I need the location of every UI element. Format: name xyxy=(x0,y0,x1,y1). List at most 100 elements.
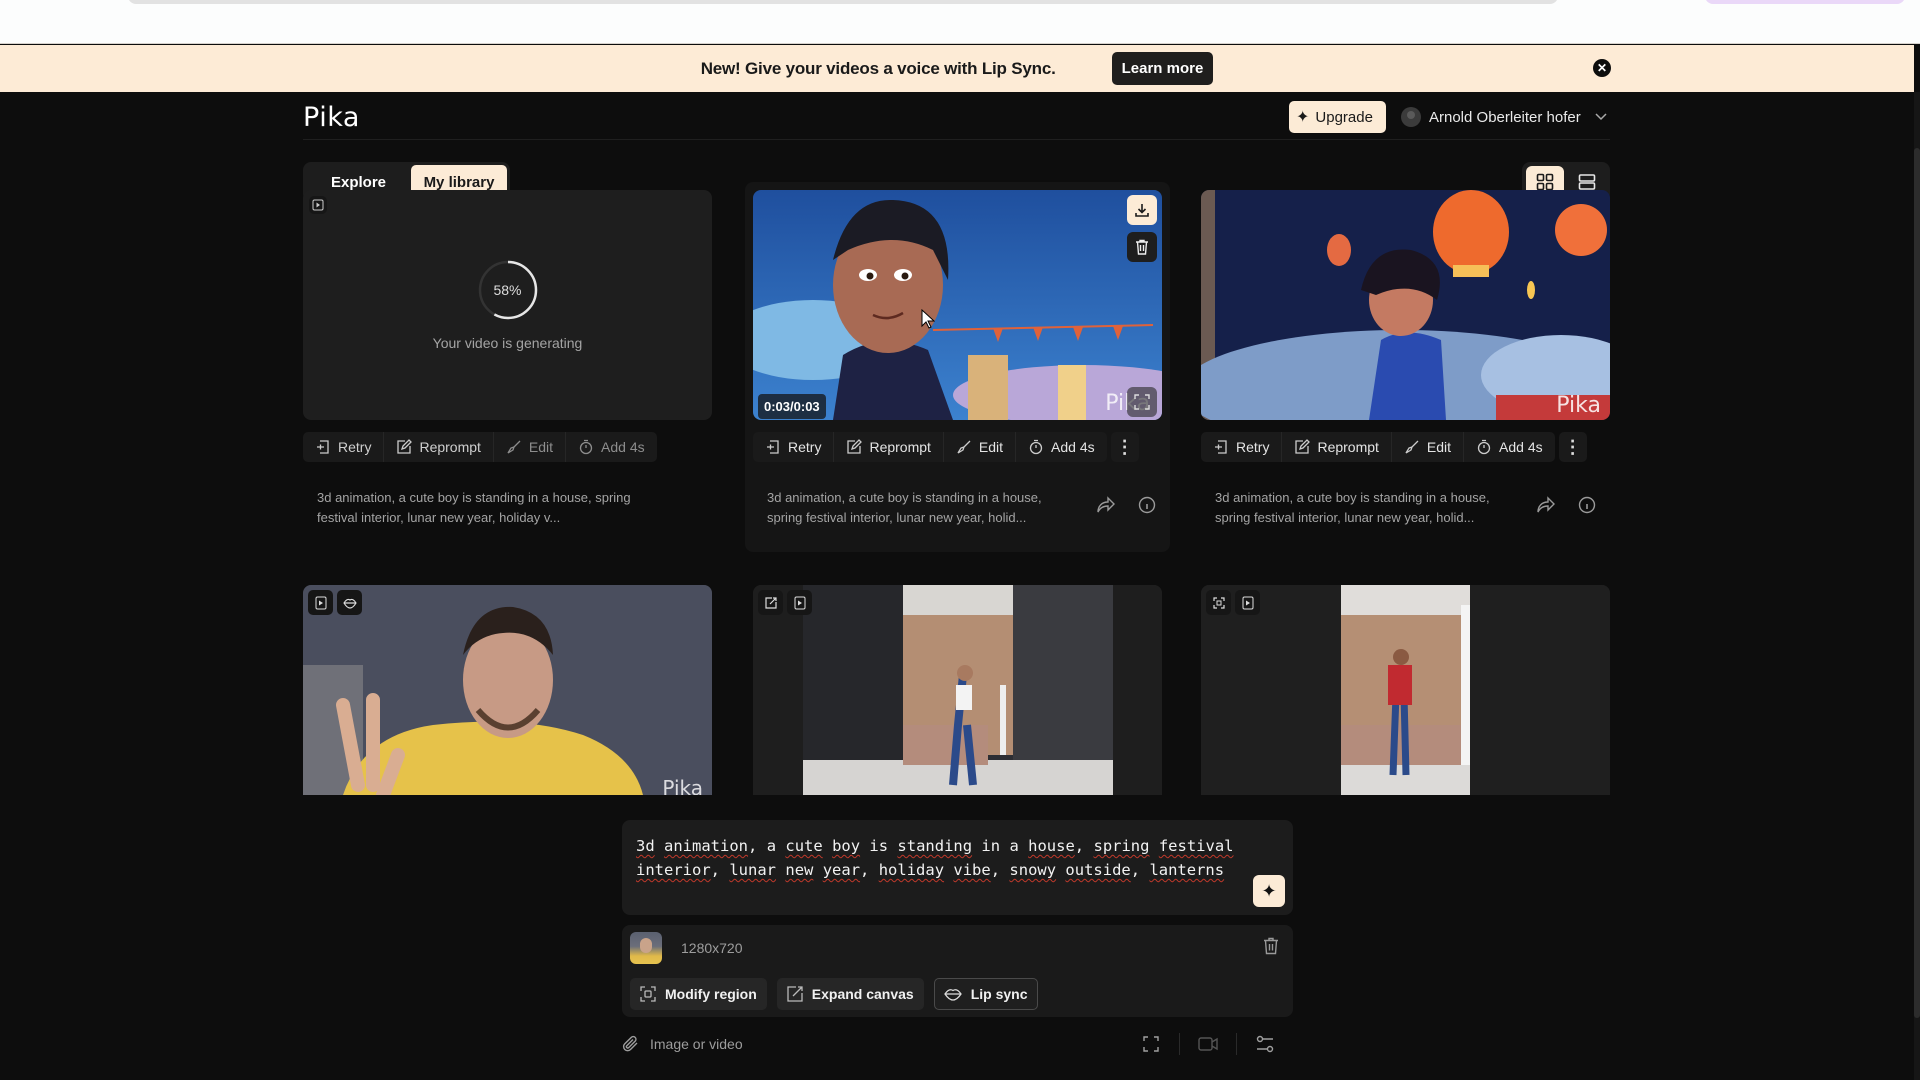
sliders-icon xyxy=(1256,1035,1274,1053)
region-icon xyxy=(1206,590,1231,615)
user-menu[interactable]: Arnold Oberleiter hofer xyxy=(1401,101,1607,133)
edit-button[interactable]: Edit xyxy=(494,432,567,462)
brush-icon xyxy=(506,439,522,455)
progress-percent: 58% xyxy=(493,282,522,298)
timer-icon xyxy=(1476,439,1492,455)
video-icon xyxy=(1235,590,1260,615)
video-thumbnail[interactable] xyxy=(753,585,1162,795)
brush-icon xyxy=(956,439,972,455)
reprompt-button[interactable]: Reprompt xyxy=(834,432,944,462)
prompt-word: vibe xyxy=(953,861,991,879)
retry-icon xyxy=(765,439,781,455)
upgrade-button[interactable]: ✦ Upgrade xyxy=(1289,101,1386,133)
attach-image-or-video-button[interactable]: Image or video xyxy=(622,1035,743,1053)
video-card: 0:03/0:03 Pika Retry Reprompt Edit Add 4… xyxy=(745,182,1170,552)
close-icon[interactable]: ✕ xyxy=(1593,59,1611,77)
retry-button[interactable]: Retry xyxy=(1201,432,1283,462)
timer-icon xyxy=(578,439,594,455)
prompt-word: animation xyxy=(664,837,749,855)
prompt-word: standing xyxy=(897,837,973,855)
expand-icon xyxy=(787,986,803,1002)
prompt-input[interactable]: 3d animation, a cute boy is standing in … xyxy=(622,820,1293,915)
expand-canvas-button[interactable]: Expand canvas xyxy=(776,978,924,1010)
retry-button[interactable]: Retry xyxy=(753,432,835,462)
generate-button[interactable]: ✦ xyxy=(1253,875,1285,907)
lips-icon xyxy=(943,989,962,1001)
share-icon[interactable] xyxy=(1536,496,1556,514)
browser-extension-button[interactable] xyxy=(1705,0,1905,4)
more-options-button[interactable]: ⋮ xyxy=(1110,432,1139,462)
edit-button[interactable]: Edit xyxy=(1392,432,1465,462)
download-icon xyxy=(1135,204,1149,217)
video-generating-placeholder: 58% Your video is generating xyxy=(303,190,712,420)
pika-logo[interactable]: Pika xyxy=(303,102,360,133)
video-card xyxy=(753,585,1162,795)
pika-watermark: Pika xyxy=(1556,393,1601,418)
prompt-word: is xyxy=(869,837,889,855)
info-icon[interactable] xyxy=(1578,496,1596,514)
page-scrollbar[interactable] xyxy=(1914,92,1920,1080)
prompt-word: lanterns xyxy=(1149,861,1225,879)
scrollbar-thumb[interactable] xyxy=(1914,148,1920,1018)
remove-attachment-button[interactable] xyxy=(1263,937,1279,955)
prompt-word: in xyxy=(981,837,1001,855)
modify-region-button[interactable]: Modify region xyxy=(630,978,767,1010)
browser-address-bar[interactable] xyxy=(128,0,1558,4)
edit-button[interactable]: Edit xyxy=(944,432,1017,462)
lip-sync-button[interactable]: Lip sync xyxy=(933,978,1038,1010)
chevron-down-icon xyxy=(1595,113,1607,121)
prompt-toolbar: Image or video xyxy=(622,1030,1293,1058)
prompt-word: festival xyxy=(1158,837,1234,855)
download-button[interactable] xyxy=(1127,195,1157,225)
reprompt-button[interactable]: Reprompt xyxy=(1282,432,1392,462)
reprompt-button[interactable]: Reprompt xyxy=(384,432,494,462)
share-icon[interactable] xyxy=(1096,496,1116,514)
video-thumbnail[interactable]: Pika xyxy=(1201,190,1610,420)
upgrade-label: Upgrade xyxy=(1315,108,1373,126)
video-card xyxy=(1201,585,1610,795)
add-4s-button[interactable]: Add 4s xyxy=(566,432,657,462)
paperclip-icon xyxy=(622,1035,638,1052)
prompt-word: cute xyxy=(785,837,823,855)
video-card: 58% Your video is generating Retry Repro… xyxy=(303,190,712,530)
kebab-icon: ⋮ xyxy=(1563,436,1582,457)
video-thumbnail[interactable] xyxy=(1201,585,1610,795)
add-4s-button[interactable]: Add 4s xyxy=(1016,432,1107,462)
fullscreen-button[interactable] xyxy=(1127,387,1157,417)
learn-more-button[interactable]: Learn more xyxy=(1111,52,1214,85)
video-icon xyxy=(787,590,812,615)
list-icon xyxy=(1578,174,1596,190)
video-description: 3d animation, a cute boy is standing in … xyxy=(767,490,1042,525)
retry-icon xyxy=(315,439,331,455)
retry-icon xyxy=(1213,439,1229,455)
prompt-text[interactable]: 3d animation, a cute boy is standing in … xyxy=(636,834,1256,882)
delete-button[interactable] xyxy=(1127,232,1157,262)
retry-button[interactable]: Retry xyxy=(303,432,385,462)
info-icon[interactable] xyxy=(1138,496,1156,514)
video-timecode: 0:03/0:03 xyxy=(758,394,826,419)
video-thumbnail[interactable]: 0:03/0:03 Pika xyxy=(753,190,1162,420)
attachment-panel: 1280x720 Modify region Expand canvas Lip… xyxy=(622,925,1293,1017)
pencil-square-icon xyxy=(846,439,863,455)
add-4s-button[interactable]: Add 4s xyxy=(1464,432,1555,462)
prompt-word: holiday xyxy=(878,861,945,879)
settings-button[interactable] xyxy=(1237,1035,1293,1053)
video-thumbnail[interactable]: Pika xyxy=(303,585,712,795)
prompt-word: new xyxy=(785,861,814,879)
kebab-icon: ⋮ xyxy=(1115,436,1134,457)
aspect-ratio-button[interactable] xyxy=(1123,1036,1179,1052)
prompt-word: interior xyxy=(636,861,711,879)
grid-icon xyxy=(1536,173,1554,191)
more-options-button[interactable]: ⋮ xyxy=(1558,432,1587,462)
camera-control-button[interactable] xyxy=(1180,1037,1236,1051)
pencil-square-icon xyxy=(396,439,413,455)
expand-icon xyxy=(758,590,783,615)
prompt-word: spring xyxy=(1093,837,1150,855)
mouse-cursor xyxy=(921,309,935,329)
sparkle-icon: ✦ xyxy=(1296,109,1310,126)
trash-icon xyxy=(1136,239,1148,255)
lips-icon xyxy=(337,590,362,615)
attachment-resolution: 1280x720 xyxy=(681,940,743,956)
prompt-word: year xyxy=(822,861,861,879)
avatar xyxy=(1401,107,1421,127)
